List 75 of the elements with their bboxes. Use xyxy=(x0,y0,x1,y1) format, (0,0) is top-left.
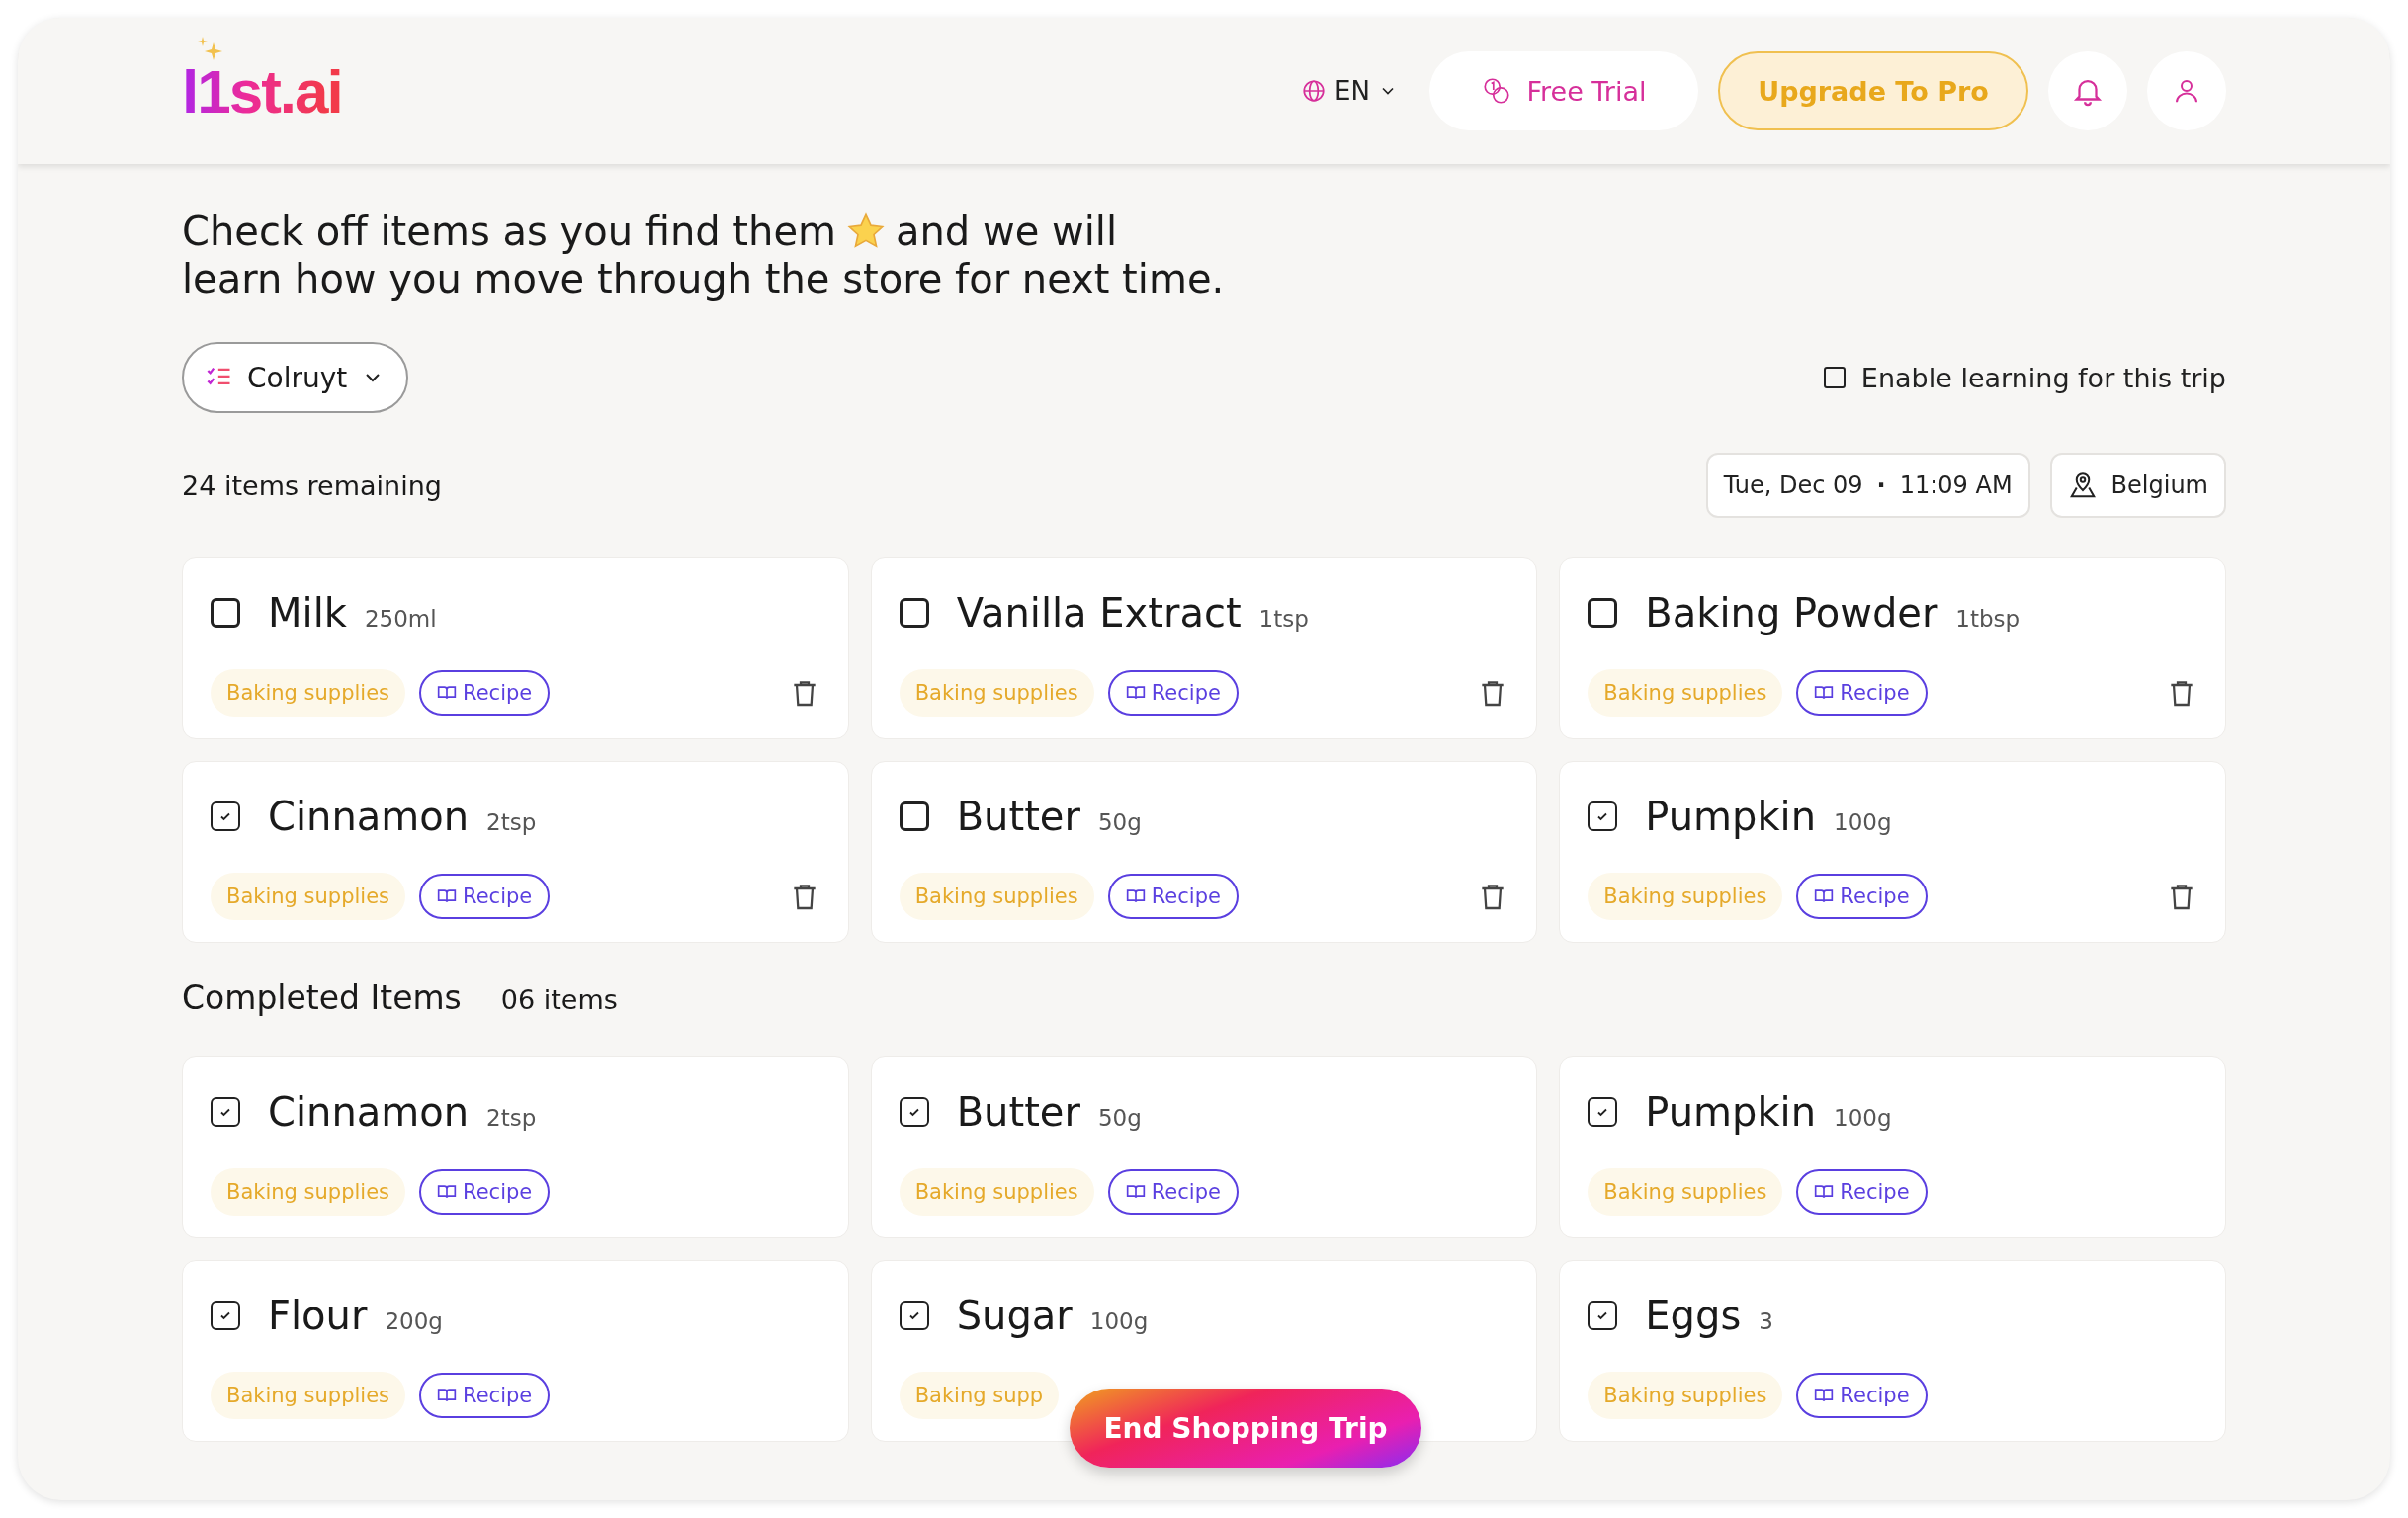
category-tag: Baking supp xyxy=(899,1372,1060,1419)
item-quantity: 3 xyxy=(1759,1308,1773,1334)
item-name: Sugar xyxy=(956,1293,1073,1338)
item-name: Flour xyxy=(268,1293,368,1338)
item-quantity: 100g xyxy=(1834,809,1892,835)
item-quantity: 2tsp xyxy=(486,809,537,835)
item-quantity: 100g xyxy=(1089,1308,1149,1334)
star-icon xyxy=(846,211,886,251)
item-quantity: 50g xyxy=(1097,809,1142,835)
item-quantity: 2tsp xyxy=(486,1105,537,1131)
item-checkbox[interactable] xyxy=(1588,598,1618,628)
item-checkbox[interactable] xyxy=(211,801,240,831)
item-count: 06 items xyxy=(500,984,618,1015)
item-name: Vanilla Extract xyxy=(956,590,1242,635)
free-trial-button[interactable]: Free Trial xyxy=(1429,51,1698,130)
item-checkbox[interactable] xyxy=(211,598,240,628)
category-tag: Baking supplies xyxy=(1588,1372,1783,1419)
category-tag: Baking supplies xyxy=(211,1372,406,1419)
item-name: Pumpkin xyxy=(1645,794,1817,839)
recipe-button[interactable]: Recipe xyxy=(1796,874,1928,919)
category-tag: Baking supplies xyxy=(1588,873,1783,920)
item-name: Baking Powder xyxy=(1645,590,1938,635)
category-tag: Baking supplies xyxy=(899,1168,1094,1216)
recipe-button[interactable]: Recipe xyxy=(419,874,551,919)
globe-icon xyxy=(1301,78,1328,104)
recipe-button[interactable]: Recipe xyxy=(1107,874,1239,919)
store-selector[interactable]: Colruyt xyxy=(182,342,409,413)
item-checkbox[interactable] xyxy=(899,801,929,831)
item-name: Pumpkin xyxy=(1645,1089,1817,1135)
recipe-button[interactable]: Recipe xyxy=(419,670,551,716)
item-quantity: 100g xyxy=(1834,1105,1892,1131)
item-checkbox[interactable] xyxy=(211,1301,240,1330)
item-quantity: 200g xyxy=(385,1308,443,1334)
recipe-button[interactable]: Recipe xyxy=(1107,1169,1239,1215)
map-pin-icon xyxy=(2067,470,2098,500)
item-name: Cinnamon xyxy=(268,1089,470,1135)
recipe-button[interactable]: Recipe xyxy=(1107,670,1239,716)
recipe-button[interactable]: Recipe xyxy=(1796,1373,1928,1418)
item-checkbox[interactable] xyxy=(1588,1097,1618,1127)
item-name: Butter xyxy=(956,794,1080,839)
item-quantity: 1tbsp xyxy=(1955,606,2021,632)
items-remaining-text: 24 items remaining xyxy=(182,469,442,501)
item-quantity: 250ml xyxy=(364,606,437,632)
recipe-button[interactable]: Recipe xyxy=(1796,1169,1928,1215)
item-checkbox[interactable] xyxy=(1588,1301,1618,1330)
category-tag: Baking supplies xyxy=(1588,1168,1783,1216)
item-checkbox[interactable] xyxy=(899,1097,929,1127)
item-checkbox[interactable] xyxy=(899,598,929,628)
section-title: Completed Items xyxy=(182,978,462,1017)
item-name: Butter xyxy=(956,1089,1080,1135)
item-name: Milk xyxy=(268,590,347,635)
item-quantity: 50g xyxy=(1097,1105,1142,1131)
category-tag: Baking supplies xyxy=(211,1168,406,1216)
category-tag: Baking supplies xyxy=(211,873,406,920)
location-button[interactable]: Belgium xyxy=(2049,453,2226,518)
learning-checkbox[interactable]: Enable learning for this trip xyxy=(1823,362,2226,393)
item-name: Cinnamon xyxy=(268,794,470,839)
category-tag: Baking supplies xyxy=(1588,669,1783,717)
item-quantity: 1tsp xyxy=(1258,606,1309,632)
item-name: Eggs xyxy=(1645,1293,1742,1338)
end-shopping-trip-button[interactable]: End Shopping Trip xyxy=(1070,1389,1421,1468)
intro-text: learn how you move through the store for next time. xyxy=(182,255,1226,302)
recipe-button[interactable]: Recipe xyxy=(419,1373,551,1418)
language-selector[interactable]: EN xyxy=(1289,76,1410,106)
item-checkbox[interactable] xyxy=(211,1097,240,1127)
recipe-button[interactable]: Recipe xyxy=(419,1169,551,1215)
category-tag: Baking supplies xyxy=(899,873,1094,920)
item-checkbox[interactable] xyxy=(899,1301,929,1330)
intro-text: Check off items as you find them xyxy=(182,208,836,255)
date-time-chip: Tue, Dec 09 · 11:09 AM xyxy=(1705,453,2030,518)
item-checkbox[interactable] xyxy=(1588,801,1618,831)
category-tag: Baking supplies xyxy=(899,669,1094,717)
intro-text: and we will xyxy=(896,208,1118,255)
recipe-button[interactable]: Recipe xyxy=(1796,670,1928,716)
category-tag: Baking supplies xyxy=(211,669,406,717)
